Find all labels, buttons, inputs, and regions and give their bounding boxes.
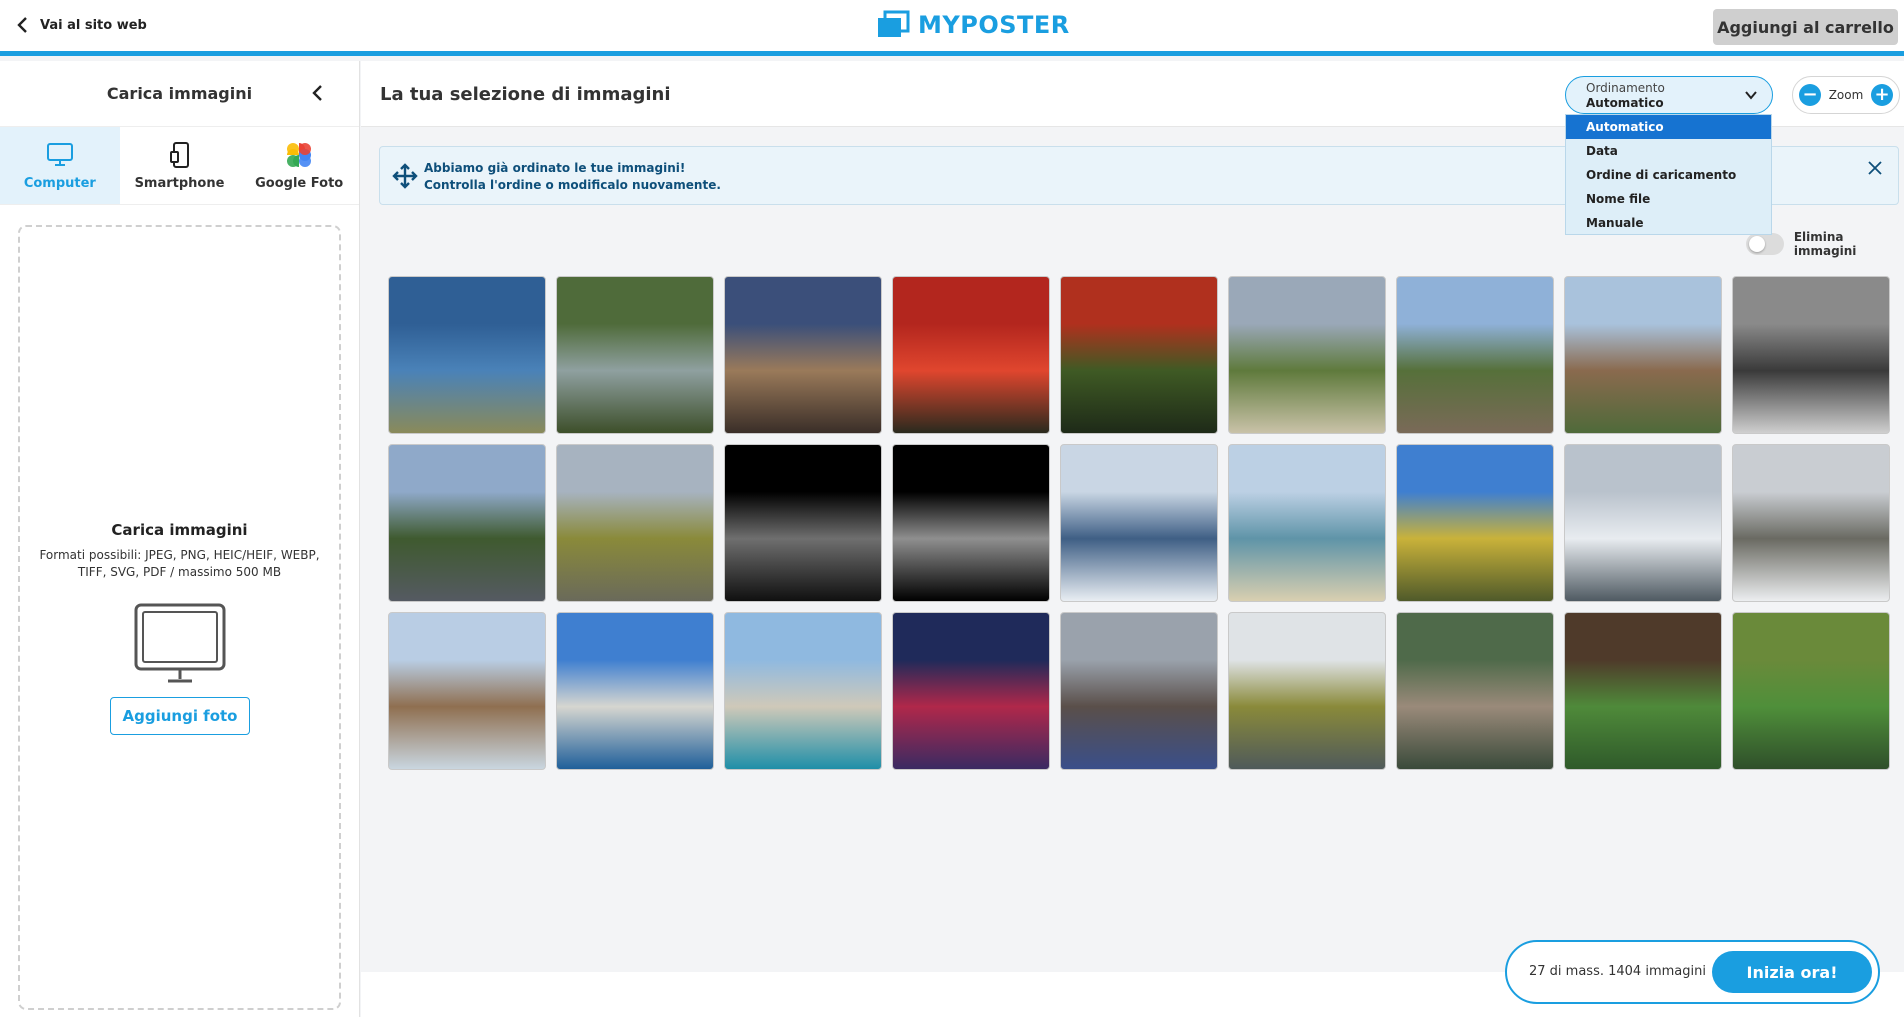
delete-images-toggle[interactable]: [1746, 233, 1784, 255]
photo-thumbnail-vineyard[interactable]: [1228, 276, 1386, 434]
photo-thumbnail-red-tree-pond[interactable]: [1060, 276, 1218, 434]
photo-thumbnail-lotus-leaves[interactable]: [1732, 612, 1890, 770]
photo-thumbnail-turquoise-bay[interactable]: [724, 612, 882, 770]
source-computer-tab[interactable]: Computer: [0, 127, 120, 204]
zoom-label: Zoom: [1828, 88, 1864, 102]
photo-thumbnail-swans-lake[interactable]: [388, 612, 546, 770]
photo-thumbnail-snow-trees[interactable]: [1732, 444, 1890, 602]
smartphone-icon: [169, 142, 189, 168]
start-now-button[interactable]: Inizia ora!: [1712, 951, 1872, 993]
source-smartphone-tab[interactable]: Smartphone: [120, 127, 240, 204]
source-google-photos-tab[interactable]: Google Foto: [239, 127, 359, 204]
sort-option-manual[interactable]: Manuale: [1566, 211, 1771, 235]
photo-thumbnail-snow-river[interactable]: [1060, 444, 1218, 602]
image-count: 27 di mass. 1404 immagini: [1529, 964, 1706, 979]
banner-line-2: Controlla l'ordine o modificalo nuovamen…: [424, 178, 721, 192]
photo-thumbnail-lotus-pavilion[interactable]: [1564, 612, 1722, 770]
photo-thumbnail-manul-cat[interactable]: [1396, 612, 1554, 770]
photo-thumbnail-notre-dame[interactable]: [724, 276, 882, 434]
photo-thumbnail-beach-coast[interactable]: [1228, 444, 1386, 602]
banner-line-1: Abbiamo già ordinato le tue immagini!: [424, 161, 686, 175]
upload-sidebar: Carica immagini Computer Smartphone Goog…: [0, 61, 360, 1017]
source-google-photos-label: Google Foto: [255, 176, 344, 191]
back-to-website-link[interactable]: Vai al sito web: [16, 16, 147, 34]
sort-current-value: Automatico: [1586, 96, 1664, 110]
dropzone-formats: Formati possibili: JPEG, PNG, HEIC/HEIF,…: [39, 548, 320, 579]
sort-option-date[interactable]: Data: [1566, 139, 1771, 163]
photo-grid: [388, 276, 1893, 770]
sort-option-file-name[interactable]: Nome file: [1566, 187, 1771, 211]
photo-thumbnail-autumn-lake[interactable]: [556, 444, 714, 602]
dropzone-title: Carica immagini: [111, 521, 248, 539]
sidebar-title: Carica immagini: [106, 84, 253, 103]
upload-sources: Computer Smartphone Google Foto: [0, 127, 359, 205]
sort-label: Ordinamento: [1586, 81, 1665, 95]
source-computer-label: Computer: [23, 176, 96, 191]
monitor-illustration-icon: [134, 603, 226, 683]
sidebar-header: Carica immagini: [0, 61, 359, 127]
photo-thumbnail-full-moon[interactable]: [892, 444, 1050, 602]
chevron-down-icon: [1745, 91, 1757, 100]
photo-thumbnail-lake-reflection[interactable]: [1228, 612, 1386, 770]
chevron-left-icon: [17, 17, 27, 33]
sort-order-select[interactable]: Ordinamento Automatico: [1565, 76, 1773, 114]
google-photos-icon: [287, 143, 312, 167]
start-cta-bar: 27 di mass. 1404 immagini Inizia ora!: [1505, 940, 1880, 1004]
zoom-out-button[interactable]: −: [1799, 84, 1821, 106]
add-to-cart-button[interactable]: Aggiungi al carrello: [1713, 9, 1898, 45]
source-smartphone-label: Smartphone: [134, 176, 225, 191]
sort-option-automatic[interactable]: Automatico: [1566, 115, 1771, 139]
back-link-label: Vai al sito web: [40, 17, 147, 33]
photo-thumbnail-hills-town[interactable]: [1396, 276, 1554, 434]
upload-dropzone[interactable]: Carica immagini Formati possibili: JPEG,…: [18, 225, 341, 1010]
delete-images-label: Elimina immagini: [1793, 230, 1857, 258]
sort-option-upload-order[interactable]: Ordine di caricamento: [1566, 163, 1771, 187]
photo-thumbnail-snow-park[interactable]: [1564, 444, 1722, 602]
photo-thumbnail-neon-building[interactable]: [892, 612, 1050, 770]
photo-thumbnail-palm-avenue[interactable]: [388, 444, 546, 602]
top-bar: Vai al sito web MYPOSTER Aggiungi al car…: [0, 0, 1904, 56]
zoom-control: − Zoom +: [1792, 76, 1900, 114]
add-photos-button[interactable]: Aggiungi foto: [110, 697, 250, 735]
close-icon[interactable]: [1866, 159, 1884, 177]
photo-thumbnail-yellow-trees[interactable]: [1396, 444, 1554, 602]
photo-thumbnail-white-cliffs[interactable]: [556, 612, 714, 770]
logo-frames-icon: [878, 10, 910, 37]
page-title: La tua selezione di immagini: [380, 84, 671, 105]
photo-thumbnail-old-town[interactable]: [1564, 276, 1722, 434]
sort-options-menu: Automatico Data Ordine di caricamento No…: [1565, 114, 1772, 235]
photo-thumbnail-red-tree[interactable]: [892, 276, 1050, 434]
photo-thumbnail-bw-town[interactable]: [1732, 276, 1890, 434]
collapse-sidebar-icon[interactable]: [311, 83, 325, 103]
logo-text: MYPOSTER: [918, 11, 1070, 39]
move-arrows-icon: [392, 163, 418, 189]
myposter-logo[interactable]: MYPOSTER: [876, 10, 1070, 40]
photo-thumbnail-moon-crescent[interactable]: [724, 444, 882, 602]
monitor-icon: [46, 143, 73, 166]
photo-thumbnail-mountain-stream[interactable]: [556, 276, 714, 434]
toggle-knob: [1749, 236, 1765, 252]
zoom-in-button[interactable]: +: [1871, 84, 1893, 106]
photo-thumbnail-sea-rocks[interactable]: [388, 276, 546, 434]
photo-thumbnail-fairground[interactable]: [1060, 612, 1218, 770]
